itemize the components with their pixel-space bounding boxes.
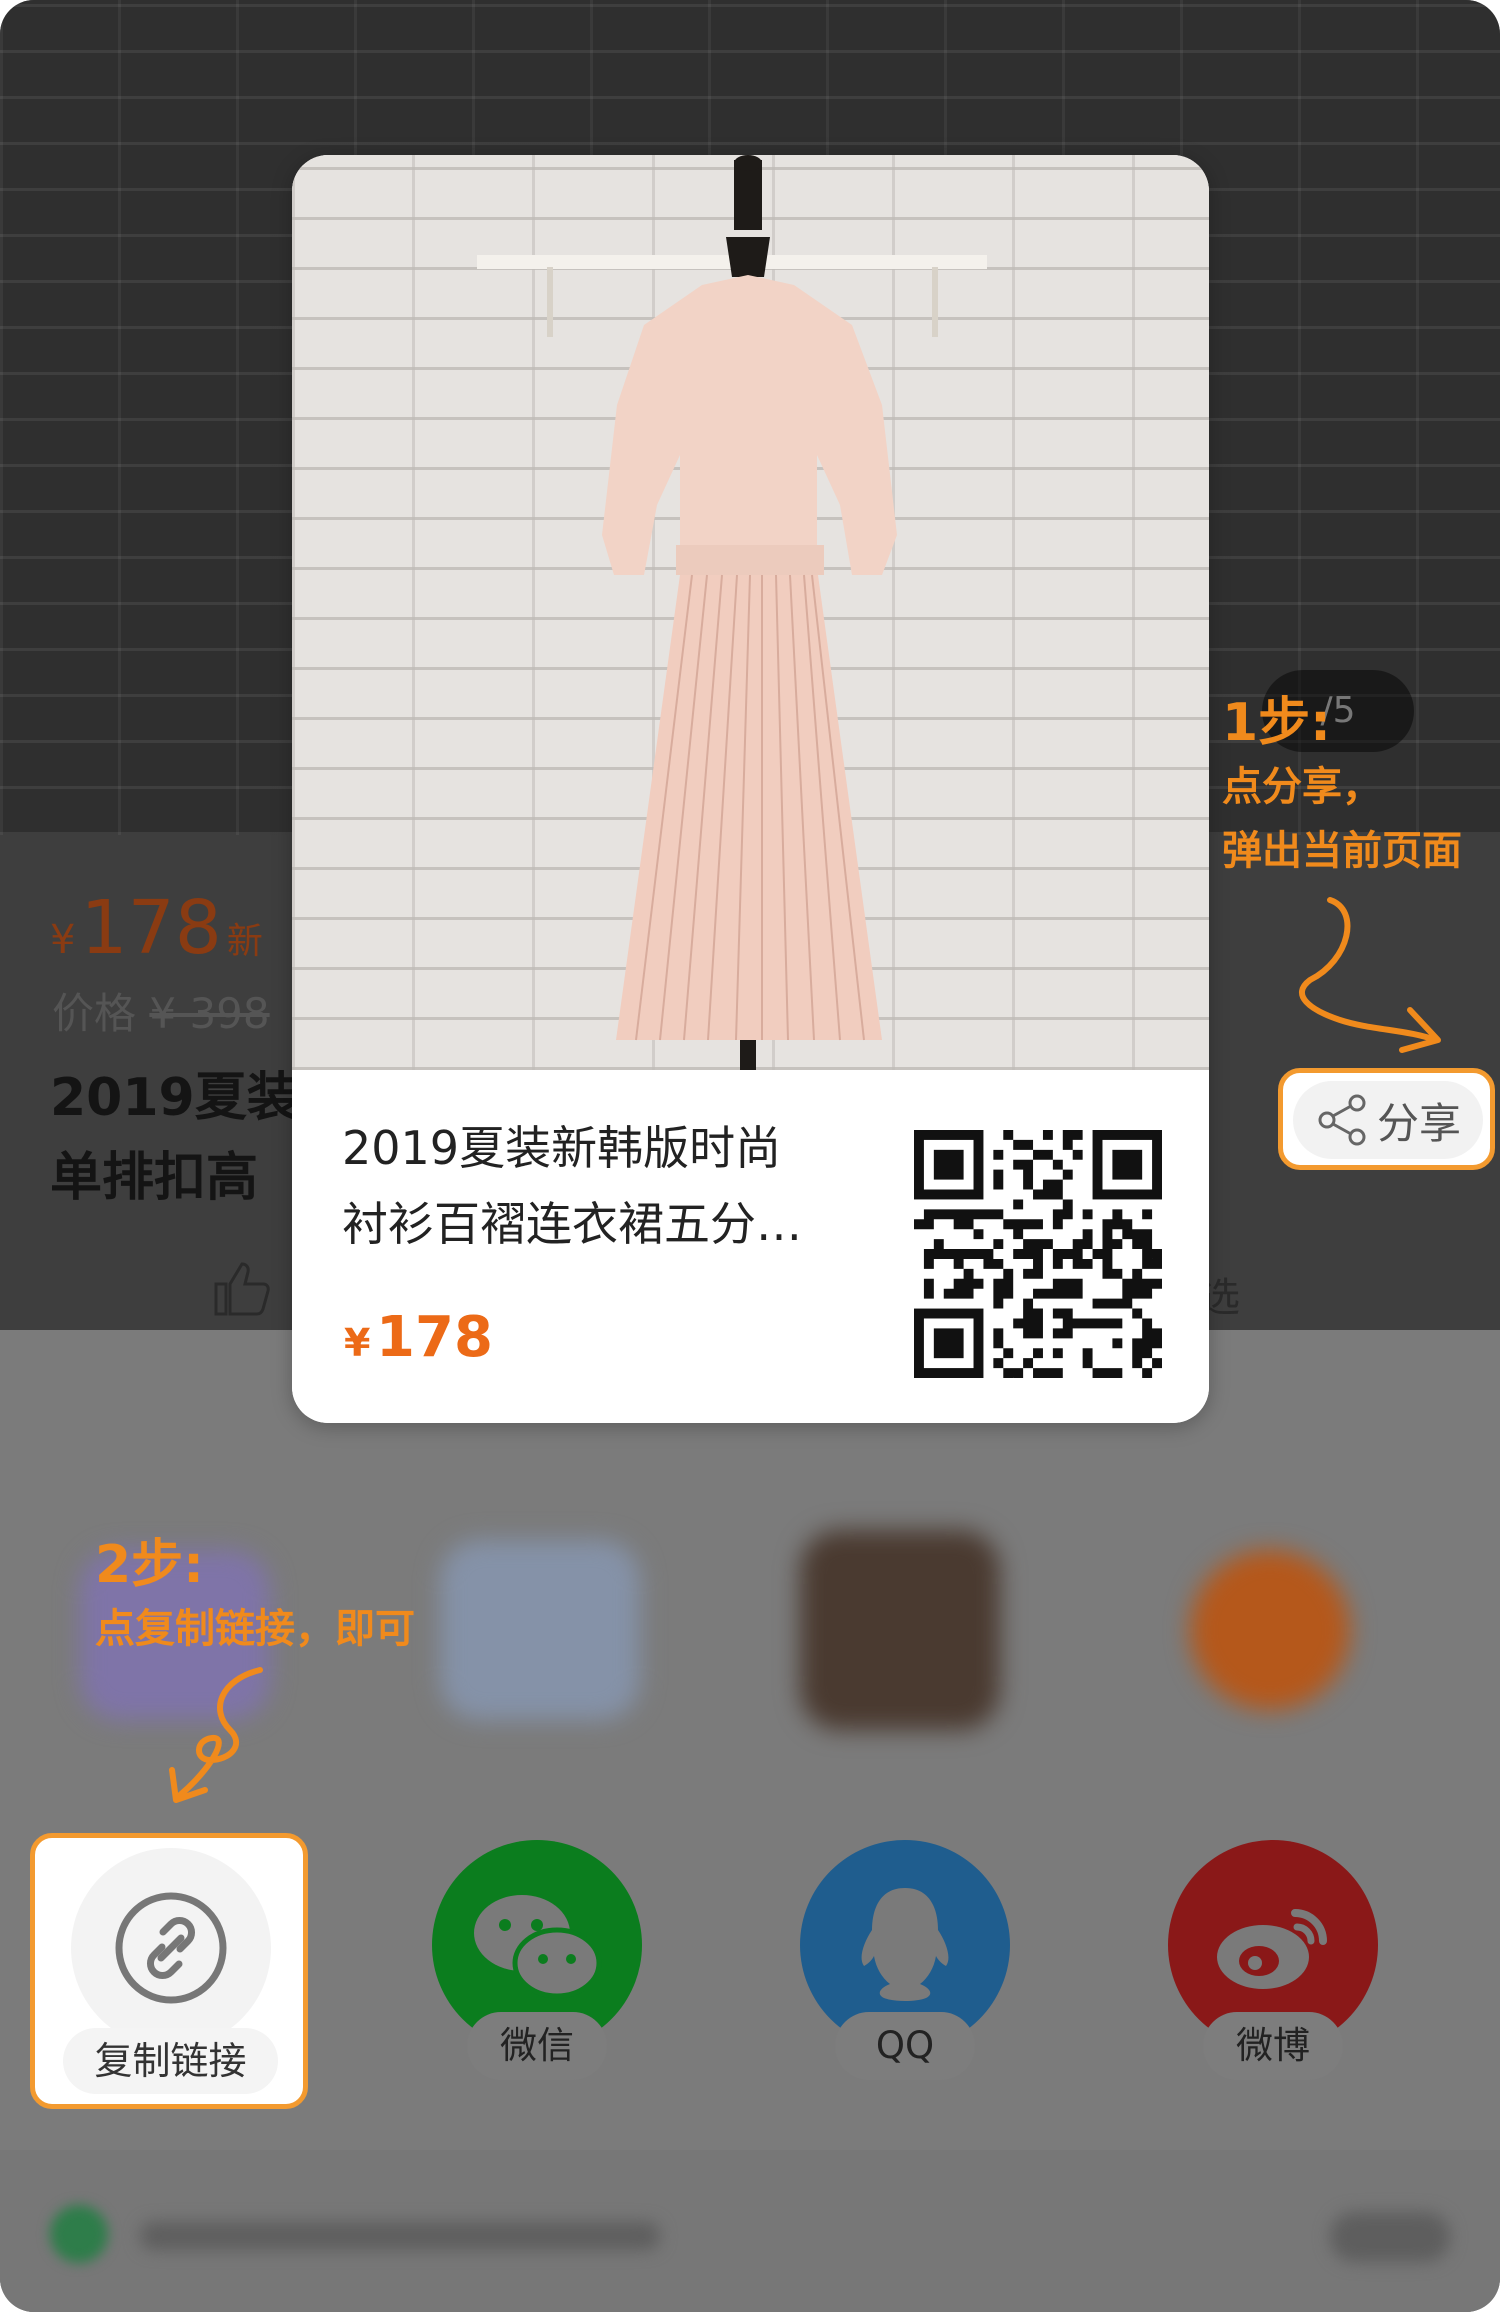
weibo-label: 微博 xyxy=(1203,2012,1343,2080)
share-button-highlight[interactable]: 分享 xyxy=(1278,1068,1495,1170)
poster-price-symbol: ¥ xyxy=(344,1321,371,1365)
qr-code xyxy=(914,1130,1162,1378)
step2-line1: 点复制链接，即可 xyxy=(95,1606,415,1652)
dress-on-mannequin-image xyxy=(477,155,987,1070)
step2-annotation: 2步: 点复制链接，即可 xyxy=(95,1522,415,1661)
background-product-title: 2019夏装 单排扣高 xyxy=(50,1068,299,1208)
wechat-label: 微信 xyxy=(467,2012,607,2080)
step1-line2: 弹出当前页面 xyxy=(1222,828,1462,874)
blurred-app-icon xyxy=(800,1530,1000,1730)
original-price-value: ¥ 398 xyxy=(149,989,270,1038)
step1-line1: 点分享， xyxy=(1222,764,1382,810)
blurred-app-icon xyxy=(440,1540,640,1720)
share-poster-card: 2019夏装新韩版时尚 衬衫百褶连衣裙五分… ¥ 178 xyxy=(292,155,1209,1423)
wechat-share-button[interactable]: 微信 xyxy=(432,1840,642,2110)
copy-link-label: 复制链接 xyxy=(63,2028,278,2094)
share-button[interactable]: 分享 xyxy=(1293,1081,1483,1159)
blurred-app-icon xyxy=(1190,1550,1350,1710)
step1-arrow-icon xyxy=(1299,897,1441,1053)
background-price: ¥ 178 新 xyxy=(50,885,263,971)
copy-link-button[interactable]: 复制链接 xyxy=(30,1833,308,2109)
link-icon xyxy=(115,1892,227,2004)
step1-title: 1步: xyxy=(1222,693,1331,753)
poster-info: 2019夏装新韩版时尚 衬衫百褶连衣裙五分… ¥ 178 xyxy=(292,1070,1209,1423)
price-value: 178 xyxy=(80,885,222,971)
qq-share-button[interactable]: QQ xyxy=(800,1840,1010,2110)
poster-product-title: 2019夏装新韩版时尚 衬衫百褶连衣裙五分… xyxy=(342,1121,802,1251)
product-photo xyxy=(292,155,1209,1070)
like-icon[interactable] xyxy=(210,1258,274,1330)
price-suffix: 新 xyxy=(226,921,263,962)
step2-arrow-icon xyxy=(169,1667,263,1803)
blurred-bottom-row xyxy=(0,2150,1500,2312)
weibo-icon xyxy=(1217,1909,1327,1989)
blurred-bar xyxy=(140,2222,660,2250)
screen: /5 ¥ 178 新 价格 ¥ 398 2019夏装 单排扣高 选 分享 复制链… xyxy=(0,0,1500,2312)
blurred-pill xyxy=(1330,2212,1450,2262)
step1-annotation: 1步: 点分享， 弹出当前页面 xyxy=(1222,680,1462,883)
original-price-label: 价格 xyxy=(52,989,137,1038)
share-button-label: 分享 xyxy=(1376,1098,1461,1148)
qq-penguin-icon xyxy=(861,1888,949,2001)
price-symbol: ¥ xyxy=(50,917,76,963)
blurred-dot xyxy=(50,2205,108,2263)
share-icon xyxy=(1318,1094,1366,1146)
original-price: 价格 ¥ 398 xyxy=(52,980,270,1041)
poster-price: ¥ 178 xyxy=(344,1305,493,1370)
weibo-share-button[interactable]: 微博 xyxy=(1168,1840,1378,2110)
poster-price-value: 178 xyxy=(376,1305,493,1370)
qq-label: QQ xyxy=(835,2012,975,2080)
step2-title: 2步: xyxy=(95,1535,204,1595)
wechat-icon xyxy=(474,1895,602,1999)
copy-link-circle[interactable] xyxy=(71,1848,271,2048)
